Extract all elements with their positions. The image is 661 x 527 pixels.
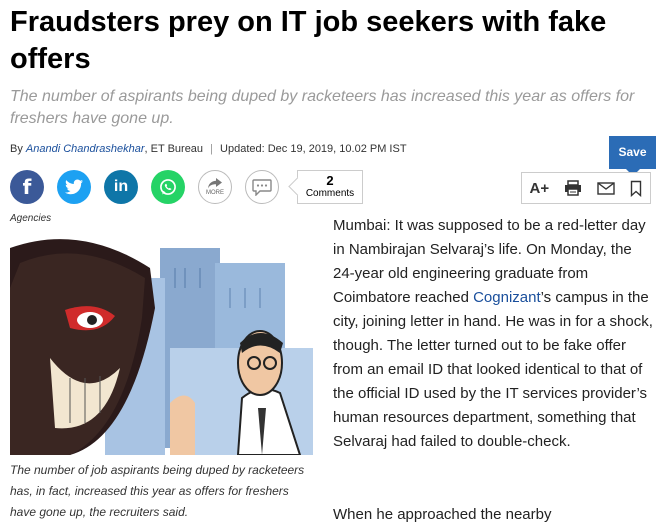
- article-illustration: [10, 228, 313, 455]
- byline-separator: |: [210, 143, 213, 155]
- whatsapp-icon: [160, 179, 176, 195]
- comment-count-number: 2: [326, 173, 334, 188]
- image-credit: Agencies: [10, 213, 52, 224]
- paragraph-text-end: ’s campus in the city, joining letter in…: [333, 289, 653, 450]
- byline-bureau: , ET Bureau: [144, 143, 204, 155]
- updated-timestamp: Updated: Dec 19, 2019, 10.02 PM IST: [220, 143, 407, 155]
- twitter-share-button[interactable]: [57, 170, 91, 204]
- whatsapp-share-button[interactable]: [151, 170, 185, 204]
- more-label: MORE: [206, 190, 224, 196]
- comment-icon: [252, 178, 272, 196]
- company-link[interactable]: Cognizant: [473, 289, 541, 306]
- article-paragraph: Mumbai: It was supposed to be a red-lett…: [333, 214, 653, 454]
- bookmark-icon[interactable]: [630, 180, 642, 197]
- byline-prefix: By: [10, 143, 23, 155]
- print-icon[interactable]: [564, 180, 582, 196]
- article-tools: A+: [521, 172, 651, 204]
- twitter-icon: [65, 179, 83, 195]
- author-link[interactable]: Anandi Chandrashekhar: [26, 143, 145, 155]
- facebook-icon: f: [22, 175, 32, 199]
- comment-button[interactable]: [245, 170, 279, 204]
- linkedin-share-button[interactable]: in: [104, 170, 138, 204]
- linkedin-icon: in: [113, 178, 129, 195]
- save-button[interactable]: Save: [609, 136, 656, 176]
- share-more-button[interactable]: MORE: [198, 170, 232, 204]
- comment-count[interactable]: 2 Comments: [297, 170, 363, 204]
- byline: By Anandi Chandrashekhar, ET Bureau | Up…: [10, 143, 407, 155]
- article-headline: Fraudsters prey on IT job seekers with f…: [10, 6, 607, 75]
- font-size-icon[interactable]: A+: [530, 180, 550, 197]
- comment-count-label: Comments: [305, 188, 355, 199]
- article-paragraph-2: When he approached the nearby: [333, 506, 552, 523]
- article-summary: The number of aspirants being duped by r…: [10, 88, 635, 127]
- image-caption: The number of job aspirants being duped …: [10, 463, 305, 519]
- facebook-share-button[interactable]: f: [10, 170, 44, 204]
- share-more-icon: [208, 178, 222, 189]
- email-icon[interactable]: [597, 181, 616, 195]
